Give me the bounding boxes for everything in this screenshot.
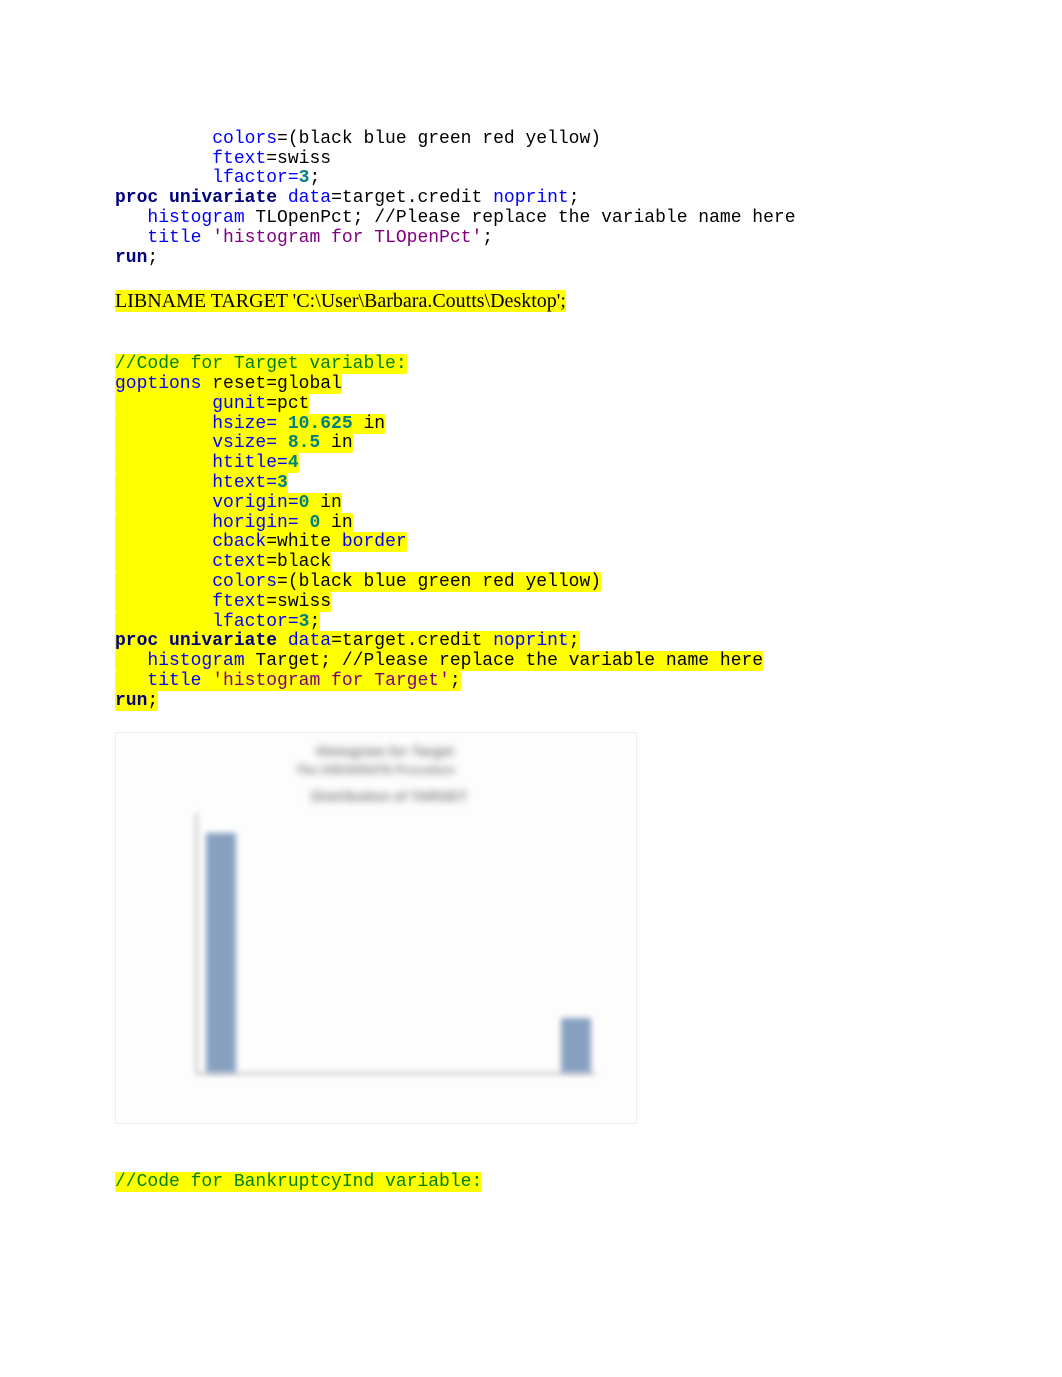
code-token: reset=global: [201, 374, 341, 394]
code-token: ftext: [115, 592, 266, 612]
code-block-2: //Code for Target variable: goptions res…: [115, 335, 947, 711]
code-token: histogram: [115, 208, 245, 228]
code-token: in: [309, 493, 341, 513]
code-token: in: [320, 433, 352, 453]
code-token: in: [320, 513, 352, 533]
code-token: =target.credit: [331, 188, 493, 208]
code-token: histogram: [115, 651, 245, 671]
code-token: lfactor=: [115, 168, 299, 188]
code-token: title: [115, 671, 201, 691]
code-token: gunit: [115, 394, 266, 414]
code-token: vorigin=: [115, 493, 299, 513]
code-token: TLOpenPct; //Please replace the variable…: [245, 208, 796, 228]
code-token: 3: [299, 168, 310, 188]
libname-statement: LIBNAME TARGET 'C:\User\Barbara.Coutts\D…: [115, 290, 947, 313]
code-token: 10.625: [288, 414, 353, 434]
code-block-1: colors=(black blue green red yellow) fte…: [115, 110, 947, 268]
code-token: horigin=: [115, 513, 309, 533]
code-token: ;: [147, 691, 158, 711]
code-token: colors: [115, 572, 277, 592]
code-token: title: [115, 228, 201, 248]
code-token: =target.credit: [331, 631, 493, 651]
code-token: run: [115, 248, 147, 268]
code-token: lfactor=: [115, 612, 299, 632]
code-token: 4: [288, 453, 299, 473]
libname-text: LIBNAME TARGET 'C:\User\Barbara.Coutts\D…: [115, 290, 566, 312]
code-token: univariate: [169, 188, 277, 208]
code-token: border: [342, 532, 407, 552]
code-token: data: [288, 188, 331, 208]
code-token: cback: [115, 532, 266, 552]
code-token: ;: [482, 228, 493, 248]
code-token: ;: [569, 631, 580, 651]
code-token: =pct: [266, 394, 309, 414]
code-token: proc: [115, 188, 158, 208]
code-token: =(black blue green red yellow): [277, 129, 601, 149]
code-token: Target; //Please replace the variable na…: [245, 651, 763, 671]
code-token: colors: [115, 129, 277, 149]
code-token: 3: [299, 612, 310, 632]
code-token: =swiss: [266, 149, 331, 169]
code-token: noprint: [493, 188, 569, 208]
code-token: 'histogram for Target': [212, 671, 450, 691]
code-token: ftext: [115, 149, 266, 169]
code-token: hsize=: [115, 414, 288, 434]
code-token: run: [115, 691, 147, 711]
code-token: goptions: [115, 374, 201, 394]
code-token: ;: [309, 168, 320, 188]
code-token: 8.5: [288, 433, 320, 453]
chart-title-2: The UNIVARIATE Procedure: [296, 763, 455, 777]
code-token: htext=: [115, 473, 277, 493]
code-token: 0: [299, 493, 310, 513]
code-token: vsize=: [115, 433, 288, 453]
chart-title-1: Histogram for Target: [316, 743, 453, 759]
code-block-3: //Code for BankruptcyInd variable:: [115, 1154, 947, 1194]
code-token: ;: [450, 671, 461, 691]
code-token: =black: [266, 552, 331, 572]
code-token: ;: [147, 248, 158, 268]
code-token: noprint: [493, 631, 569, 651]
code-token: in: [353, 414, 385, 434]
code-token: ;: [569, 188, 580, 208]
code-comment: //Code for BankruptcyInd variable:: [115, 1172, 482, 1192]
code-token: ;: [309, 612, 320, 632]
chart-title-3: Distribution of TARGET: [311, 788, 467, 804]
code-token: =white: [266, 532, 342, 552]
code-token: 3: [277, 473, 288, 493]
histogram-image-blurred: Histogram for Target The UNIVARIATE Proc…: [115, 732, 637, 1124]
code-token: data: [288, 631, 331, 651]
code-token: univariate: [169, 631, 277, 651]
document-page: colors=(black blue green red yellow) fte…: [0, 0, 1062, 1233]
code-token: =swiss: [266, 592, 331, 612]
code-token: 0: [309, 513, 320, 533]
code-token: ctext: [115, 552, 266, 572]
code-token: =(black blue green red yellow): [277, 572, 601, 592]
code-comment: //Code for Target variable:: [115, 354, 407, 374]
code-token: proc: [115, 631, 158, 651]
code-token: 'histogram for TLOpenPct': [212, 228, 482, 248]
code-token: htitle=: [115, 453, 288, 473]
